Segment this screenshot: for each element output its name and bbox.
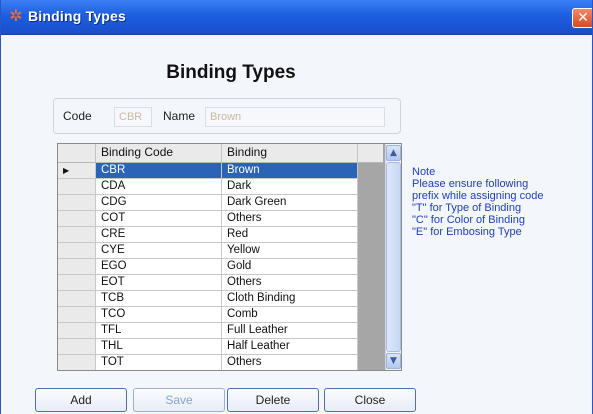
row-header[interactable]: [58, 259, 96, 275]
cell-binding[interactable]: Others: [222, 211, 358, 227]
table-row[interactable]: TOT Others: [58, 355, 358, 370]
scroll-down-button[interactable]: ▼: [386, 353, 401, 369]
title-bar[interactable]: ✲ Binding Types ✕: [1, 0, 592, 35]
cell-binding-code[interactable]: EGO: [96, 259, 222, 275]
table-row[interactable]: TCB Cloth Binding: [58, 291, 358, 307]
row-header[interactable]: [58, 227, 96, 243]
cell-binding-code[interactable]: TFL: [96, 323, 222, 339]
cell-binding-code[interactable]: TCB: [96, 291, 222, 307]
row-header[interactable]: [58, 275, 96, 291]
row-header[interactable]: [58, 195, 96, 211]
cell-binding-code[interactable]: CBR: [96, 163, 222, 179]
cell-binding[interactable]: Dark: [222, 179, 358, 195]
table-row[interactable]: CDG Dark Green: [58, 195, 358, 211]
table-row[interactable]: CDA Dark: [58, 179, 358, 195]
window-close-button[interactable]: ✕: [572, 8, 592, 28]
cell-binding[interactable]: Cloth Binding: [222, 291, 358, 307]
name-field[interactable]: Brown: [205, 107, 385, 127]
binding-types-window: ✲ Binding Types ✕ Binding Types Code CBR…: [0, 0, 593, 414]
row-header[interactable]: [58, 323, 96, 339]
cell-binding-code[interactable]: TCO: [96, 307, 222, 323]
delete-button[interactable]: Delete: [227, 388, 319, 412]
cell-binding-code[interactable]: CRE: [96, 227, 222, 243]
binding-grid: Binding Code Binding ▶ CBR Brown CDA Dark CDG…: [57, 143, 402, 371]
row-header[interactable]: [58, 339, 96, 355]
row-header[interactable]: [58, 307, 96, 323]
cell-binding-code[interactable]: EOT: [96, 275, 222, 291]
row-header[interactable]: ▶: [58, 163, 96, 179]
close-button[interactable]: Close: [324, 388, 416, 412]
code-name-group: Code CBR Name Brown: [53, 98, 401, 134]
cell-binding[interactable]: Brown: [222, 163, 358, 179]
cell-binding[interactable]: Yellow: [222, 243, 358, 259]
note-line: "C" for Color of Binding: [412, 214, 525, 226]
page-heading: Binding Types: [166, 62, 296, 83]
cell-binding[interactable]: Dark Green: [222, 195, 358, 211]
table-row[interactable]: ▶ CBR Brown: [58, 163, 358, 179]
code-label: Code: [63, 109, 92, 123]
name-label: Name: [163, 109, 196, 123]
prefix-note: Note Please ensure following prefix whil…: [412, 166, 592, 238]
cell-binding-code[interactable]: CDG: [96, 195, 222, 211]
grid-scrollbar[interactable]: ▲ ▼: [385, 144, 401, 370]
save-button[interactable]: Save: [133, 388, 225, 412]
column-header-binding-code[interactable]: Binding Code: [96, 144, 222, 162]
scroll-thumb[interactable]: [386, 162, 401, 352]
code-field[interactable]: CBR: [114, 107, 152, 127]
table-row[interactable]: THL Half Leather: [58, 339, 358, 355]
scroll-up-button[interactable]: ▲: [386, 145, 401, 161]
cell-binding[interactable]: Others: [222, 355, 358, 370]
cell-binding-code[interactable]: CDA: [96, 179, 222, 195]
cell-binding-code[interactable]: TOT: [96, 355, 222, 370]
cell-binding-code[interactable]: COT: [96, 211, 222, 227]
row-header[interactable]: [58, 211, 96, 227]
note-line: "T" for Type of Binding: [412, 202, 522, 214]
table-row[interactable]: COT Others: [58, 211, 358, 227]
row-header[interactable]: [58, 355, 96, 370]
note-line: "E" for Embosing Type: [412, 226, 522, 238]
app-gear-icon: ✲: [9, 6, 23, 25]
cell-binding[interactable]: Gold: [222, 259, 358, 275]
table-row[interactable]: CRE Red: [58, 227, 358, 243]
cell-binding[interactable]: Comb: [222, 307, 358, 323]
row-header[interactable]: [58, 243, 96, 259]
table-row[interactable]: EGO Gold: [58, 259, 358, 275]
table-row[interactable]: CYE Yellow: [58, 243, 358, 259]
table-row[interactable]: TFL Full Leather: [58, 323, 358, 339]
column-header-binding[interactable]: Binding: [222, 144, 358, 162]
grid-header: Binding Code Binding: [58, 144, 383, 163]
row-header[interactable]: [58, 291, 96, 307]
window-title: Binding Types: [28, 8, 127, 24]
note-line: Please ensure following: [412, 178, 529, 190]
cell-binding[interactable]: Red: [222, 227, 358, 243]
row-header-corner: [58, 144, 96, 162]
cell-binding-code[interactable]: THL: [96, 339, 222, 355]
add-button[interactable]: Add: [35, 388, 127, 412]
table-row[interactable]: EOT Others: [58, 275, 358, 291]
cell-binding[interactable]: Half Leather: [222, 339, 358, 355]
cell-binding-code[interactable]: CYE: [96, 243, 222, 259]
note-line: prefix while assigning code: [412, 190, 544, 202]
row-header[interactable]: [58, 179, 96, 195]
table-row[interactable]: TCO Comb: [58, 307, 358, 323]
cell-binding[interactable]: Full Leather: [222, 323, 358, 339]
cell-binding[interactable]: Others: [222, 275, 358, 291]
note-title: Note: [412, 166, 436, 178]
